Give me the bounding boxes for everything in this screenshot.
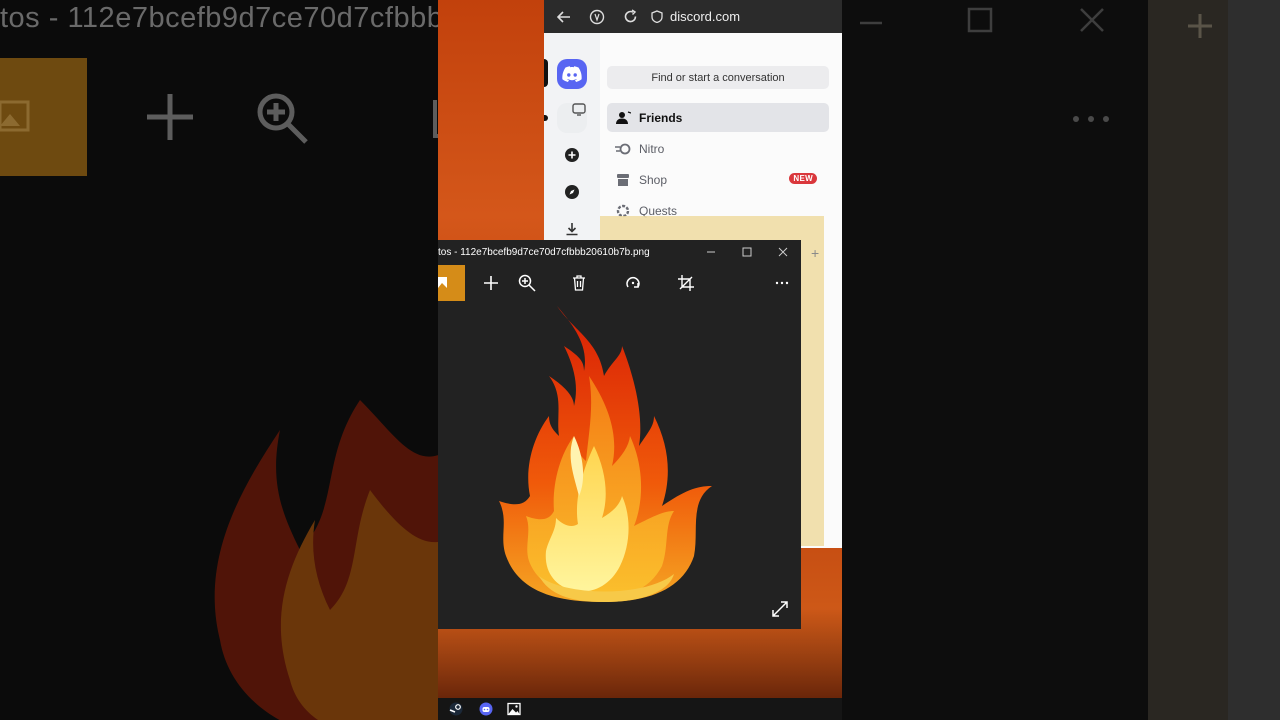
background-delete-icon-partial: [433, 100, 438, 138]
shield-ext-icon: [589, 9, 605, 24]
rotate-button[interactable]: [622, 272, 644, 294]
add-icon: [484, 276, 498, 290]
home-button[interactable]: [557, 59, 587, 89]
maximize-button[interactable]: [742, 247, 752, 257]
download-icon: [566, 223, 578, 236]
arrow-left-icon: [557, 10, 570, 23]
image-icon: [438, 277, 447, 288]
friends-icon: [614, 110, 632, 125]
selected-pill: [544, 59, 548, 87]
delete-button[interactable]: [568, 272, 590, 294]
dm-item-label: Shop: [639, 172, 668, 187]
address-bar[interactable]: discord.com: [651, 9, 740, 24]
shop-icon: [614, 173, 632, 187]
add-button[interactable]: [480, 272, 502, 294]
background-more-icon: [1073, 116, 1109, 122]
photos-title: tos - 112e7bcefb9d7ce70d7cfbbb20610b7b.p…: [438, 246, 650, 258]
dm-item-friends[interactable]: Friends: [607, 103, 829, 132]
discord-icon[interactable]: [479, 702, 493, 716]
fullscreen-expand-button[interactable]: [772, 601, 788, 617]
server-avatar-icon: [572, 103, 586, 116]
browser-toolbar: discord.com: [544, 0, 842, 33]
dm-item-shop[interactable]: Shop NEW: [607, 165, 829, 194]
url-text: discord.com: [670, 9, 741, 24]
back-button[interactable]: [552, 5, 576, 29]
add-server-button[interactable]: [557, 140, 587, 170]
center-capture: discord.com Find or start a conversation…: [438, 0, 842, 720]
background-add-icon: [147, 94, 193, 140]
close-button[interactable]: [778, 247, 788, 257]
background-edge: [1228, 0, 1280, 720]
background-image-tile: [0, 58, 87, 176]
background-flame: [214, 400, 438, 720]
new-badge: NEW: [789, 173, 817, 184]
discover-button[interactable]: [557, 177, 587, 207]
find-conversation-button[interactable]: Find or start a conversation: [607, 66, 829, 89]
background-paper-panel: [1148, 0, 1228, 720]
dm-item-nitro[interactable]: Nitro: [607, 134, 829, 163]
unread-pill: [544, 115, 548, 121]
reload-icon: [624, 9, 636, 23]
delete-icon: [573, 275, 585, 291]
minimize-button[interactable]: [706, 247, 716, 257]
image-thumbnail-button[interactable]: [438, 265, 465, 301]
background-close-icon: [1080, 8, 1104, 32]
background-maximize-icon: [967, 7, 993, 33]
background-plus-icon: [1188, 14, 1212, 38]
steam-icon[interactable]: [449, 702, 463, 716]
dm-item-label: Nitro: [639, 141, 665, 156]
server-icon[interactable]: [557, 103, 587, 133]
crop-icon: [678, 275, 694, 291]
photos-icon[interactable]: [507, 702, 521, 716]
site-security-icon: [651, 10, 663, 23]
reload-button[interactable]: [618, 5, 642, 29]
flame-image: [499, 306, 712, 602]
dm-item-label: Friends: [639, 110, 683, 125]
background-zoom-icon: [257, 93, 308, 144]
compass-icon: [565, 185, 579, 199]
discord-logo-icon: [562, 66, 582, 82]
crop-button[interactable]: [675, 272, 697, 294]
background-left-zoomed: tos - 112e7bcefb9d7ce70d7cfbbb: [0, 0, 438, 720]
photos-window: tos - 112e7bcefb9d7ce70d7cfbbb20610b7b.p…: [438, 240, 801, 629]
more-icon: [775, 281, 789, 285]
photos-toolbar: [438, 264, 801, 302]
taskbar: [438, 698, 842, 720]
add-circle-icon: [565, 148, 579, 162]
extension-button[interactable]: [585, 5, 609, 29]
rotate-icon: [626, 277, 640, 288]
background-minimize-icon: [860, 21, 882, 25]
zoom-in-button[interactable]: [516, 272, 538, 294]
background-right-zoomed: [842, 0, 1280, 720]
zoom-in-icon: [518, 274, 536, 292]
nitro-icon: [614, 143, 632, 155]
photos-titlebar: tos - 112e7bcefb9d7ce70d7cfbbb20610b7b.p…: [438, 240, 801, 264]
faint-plus-icon: +: [811, 245, 820, 261]
background-window-title: tos - 112e7bcefb9d7ce70d7cfbbb: [0, 2, 438, 34]
image-icon: [0, 100, 30, 132]
more-options-button[interactable]: [771, 272, 793, 294]
